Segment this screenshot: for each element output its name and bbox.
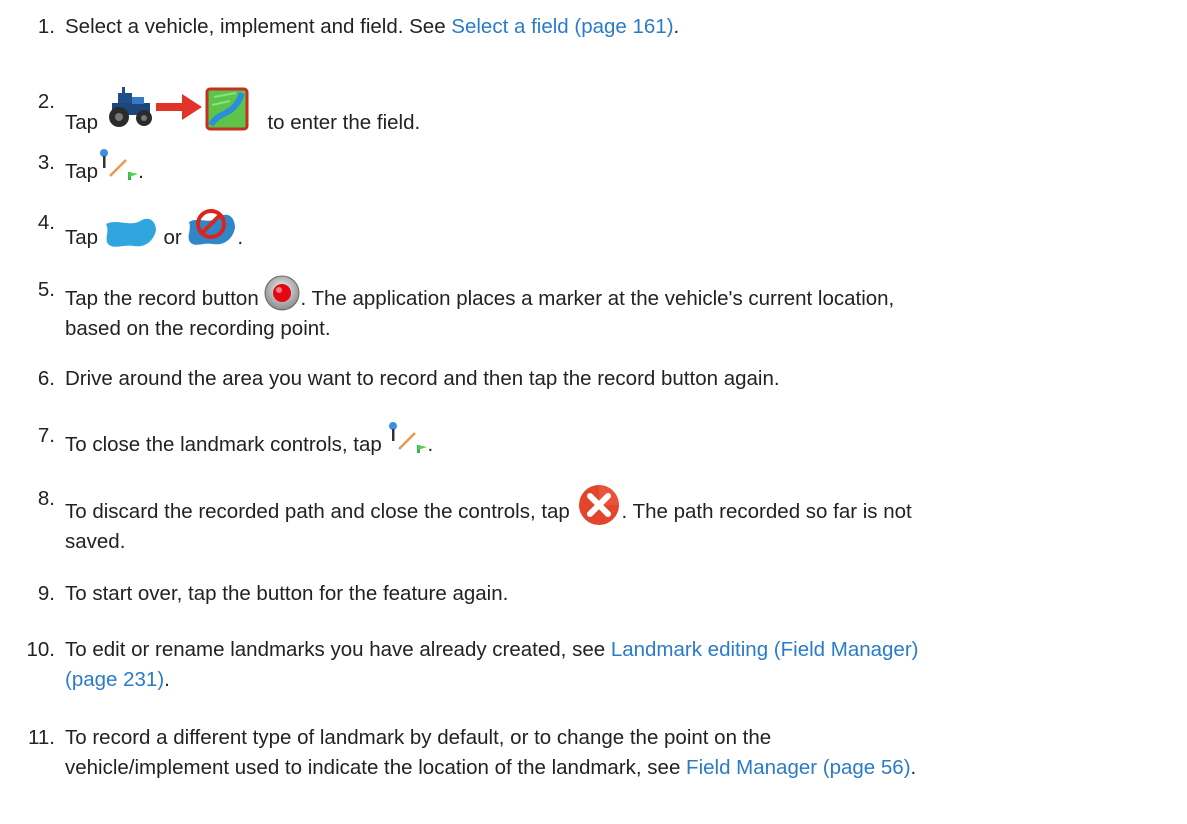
exclusion-area-icon[interactable]	[187, 208, 237, 250]
step-text: or	[163, 226, 182, 249]
step-number: 9.	[37, 582, 55, 605]
step-text: .	[673, 15, 680, 38]
landmark-editing-page-link[interactable]: (page 231)	[65, 668, 164, 691]
step-text: saved.	[65, 530, 126, 553]
step-number: 4.	[37, 211, 55, 234]
landmark-editing-link[interactable]: Landmark editing (Field Manager)	[611, 638, 919, 661]
step-number: 6.	[37, 367, 55, 390]
step-text: To start over, tap the button for the fe…	[65, 582, 509, 605]
step-text: to enter the field.	[267, 111, 421, 134]
step-text: .	[164, 668, 170, 691]
step-text: Tap	[65, 160, 99, 183]
step-number: 11.	[28, 726, 55, 749]
step-text: .	[427, 433, 434, 456]
step-text: Select a vehicle, implement and field. S…	[65, 15, 452, 38]
step-text: based on the recording point.	[65, 317, 331, 340]
instruction-list: 1. Select a vehicle, implement and field…	[0, 0, 1187, 824]
step-text: To discard the recorded path and close t…	[65, 500, 570, 523]
step-number: 3.	[37, 151, 55, 174]
step-text: Tap the record button	[65, 287, 259, 310]
step-number: 8.	[37, 487, 55, 510]
step-text: To edit or rename landmarks you have alr…	[65, 638, 611, 661]
step-text: . The path recorded so far is not	[621, 500, 912, 523]
landmark-controls-icon[interactable]	[98, 148, 139, 182]
discard-icon[interactable]	[576, 484, 622, 526]
area-landmark-icon[interactable]	[104, 216, 158, 250]
step-text: .	[138, 160, 144, 183]
record-button-icon[interactable]	[264, 275, 300, 311]
step-text: . The application places a marker at the…	[300, 287, 895, 310]
step-text: vehicle/implement used to indicate the l…	[65, 756, 687, 779]
select-field-link[interactable]: Select a field (page 161)	[451, 15, 673, 38]
landmark-controls-icon[interactable]	[387, 421, 428, 455]
step-number: 10.	[26, 638, 56, 661]
step-text: To record a different type of landmark b…	[65, 726, 772, 749]
step-text: .	[237, 226, 244, 249]
tractor-arrow-field-icon[interactable]	[106, 87, 258, 131]
step-text: Drive around the area you want to record…	[65, 367, 780, 390]
step-number: 2.	[37, 90, 55, 113]
step-text: .	[910, 756, 917, 779]
step-text: Tap	[65, 111, 99, 134]
step-text: Tap	[65, 226, 99, 249]
step-text: To close the landmark controls, tap	[65, 433, 382, 456]
step-number: 7.	[37, 424, 55, 447]
step-number: 5.	[37, 278, 55, 301]
field-manager-link[interactable]: Field Manager (page 56)	[686, 756, 911, 779]
step-number: 1.	[37, 15, 55, 38]
